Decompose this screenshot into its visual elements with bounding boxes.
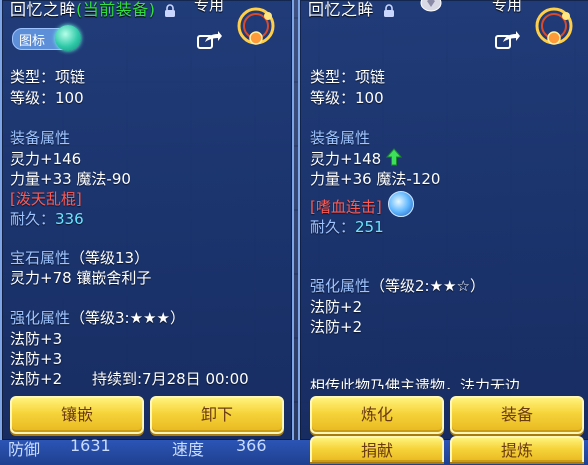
item-type: 类型：项链: [10, 68, 86, 86]
item-title: 回忆之眸: [308, 0, 395, 20]
attr-line: 力量+36 魔法-120: [310, 170, 441, 188]
refine-button[interactable]: 炼化: [310, 396, 444, 434]
special-effect: [泼天乱棍]: [10, 190, 82, 208]
skill-orb-icon[interactable]: [388, 191, 414, 217]
attr-line: 力量+33 魔法-90: [10, 170, 131, 188]
lock-icon: [383, 3, 394, 17]
enhance-line: 法防+2: [10, 370, 63, 388]
share-icon[interactable]: [196, 30, 222, 50]
gem-line: 灵力+78 镶嵌舍利子: [10, 269, 152, 287]
gem-badge-icon: [420, 0, 442, 12]
up-arrow-icon: [386, 148, 402, 166]
durability-value: 251: [355, 218, 384, 236]
equip-attr-heading: 装备属性: [310, 129, 371, 147]
necklace-item-icon: [237, 7, 275, 45]
compare-item-tooltip: 回忆之眸 专用 类型：项链 等级：100 装备属性 灵力+148 力量+36 魔…: [298, 0, 588, 442]
exclusive-label: 专用: [194, 0, 225, 14]
equipped-item-tooltip: 回忆之眸(当前装备) 专用 图标 类型：项链 等级：100 装备属性 灵力+14…: [0, 0, 294, 442]
extract-button[interactable]: 提炼: [450, 436, 584, 462]
defense-value: 1631: [70, 436, 111, 455]
equip-attr-heading: 装备属性: [10, 129, 71, 147]
lock-icon: [165, 3, 176, 17]
enhance-line: 法防+3: [10, 350, 63, 368]
durability-label: 耐久：: [10, 210, 56, 228]
item-level: 等级：100: [10, 89, 84, 107]
toggle-knob: [55, 25, 81, 51]
attr-line: 灵力+148: [310, 150, 382, 168]
equip-button[interactable]: 装备: [450, 396, 584, 434]
necklace-item-icon: [535, 7, 573, 45]
speed-value: 366: [236, 436, 267, 455]
enhance-heading: 强化属性: [10, 309, 71, 327]
durability-value: 336: [55, 210, 84, 228]
item-title: 回忆之眸(当前装备): [10, 0, 176, 20]
enhance-duration: 持续到:7月28日 00:00: [92, 370, 249, 388]
exclusive-label: 专用: [492, 0, 523, 14]
icon-toggle-label: 图标: [19, 34, 46, 49]
bottom-stats-bar: 防御 1631 速度 366 捐献 提炼: [0, 436, 588, 465]
item-type: 类型：项链: [310, 68, 386, 86]
enhance-heading: 强化属性: [310, 277, 371, 295]
share-icon[interactable]: [494, 30, 520, 50]
equipped-tag: (当前装备): [76, 0, 156, 19]
defense-label: 防御: [8, 440, 41, 459]
gem-attr-heading: 宝石属性: [10, 249, 71, 267]
unequip-button[interactable]: 卸下: [150, 396, 284, 434]
special-effect: [嗜血连击]: [310, 198, 382, 216]
gem-level: （等级13）: [70, 249, 150, 267]
icon-toggle[interactable]: 图标: [12, 25, 81, 51]
donate-button[interactable]: 捐献: [310, 436, 444, 462]
attr-line: 灵力+146: [10, 150, 82, 168]
enhance-line: 法防+2: [310, 318, 363, 336]
enhance-line: 法防+3: [10, 330, 63, 348]
enhance-level: （等级3:★★★）: [70, 309, 185, 327]
item-description: 相传此物乃佛主遗物，法力无边: [310, 377, 521, 389]
item-level: 等级：100: [310, 89, 384, 107]
speed-label: 速度: [172, 440, 205, 459]
item-name: 回忆之眸: [308, 0, 375, 19]
enhance-line: 法防+2: [310, 298, 363, 316]
enhance-level: （等级2:★★☆）: [370, 277, 485, 295]
item-name: 回忆之眸: [10, 0, 77, 19]
durability-label: 耐久：: [310, 218, 356, 236]
inlay-button[interactable]: 镶嵌: [10, 396, 144, 434]
